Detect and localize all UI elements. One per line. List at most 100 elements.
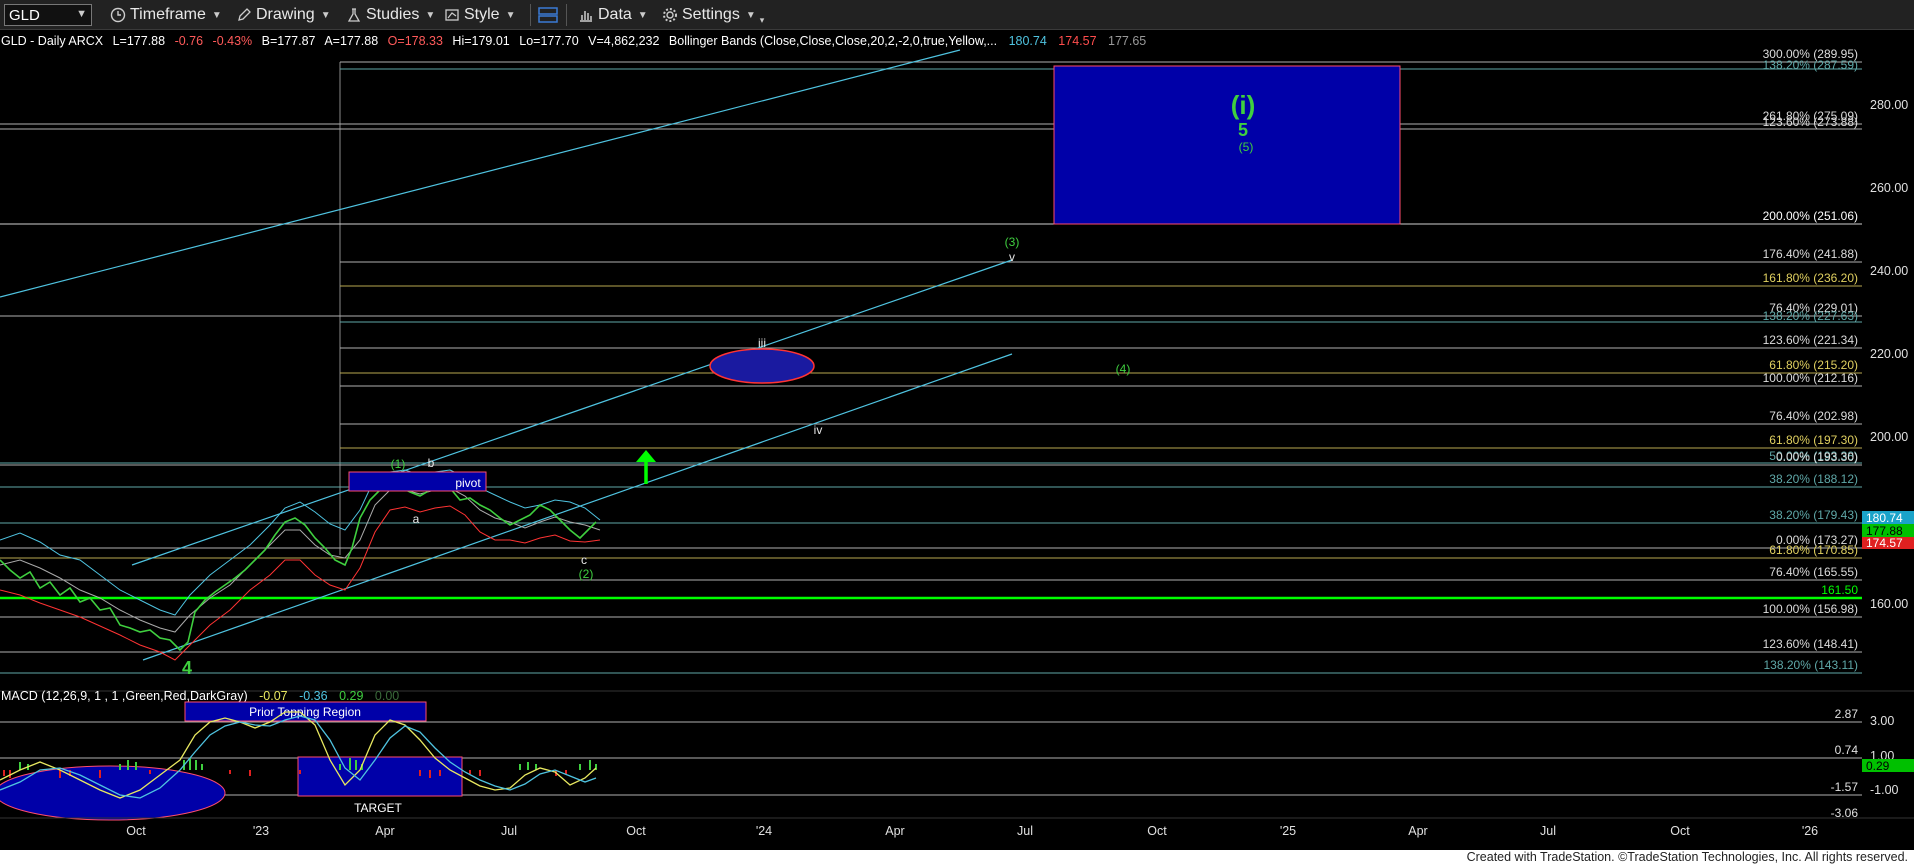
price-axis-label: 280.00: [1870, 98, 1908, 112]
chevron-down-icon: ▼: [320, 9, 331, 21]
chevron-down-icon[interactable]: ▼: [76, 8, 87, 20]
fib-label: 161.50: [1821, 583, 1858, 597]
price-series: [0, 469, 601, 661]
drawing-menu[interactable]: Drawing ▼: [236, 5, 331, 25]
price-change: -0.76: [175, 34, 204, 48]
chevron-down-icon: ▼: [211, 9, 222, 21]
channel-lines: [0, 49, 1013, 661]
time-axis-label: Jul: [501, 824, 517, 838]
price-axis-label: 220.00: [1870, 347, 1908, 361]
fib-label: 76.40% (165.55): [1769, 565, 1858, 579]
clock-icon: [110, 7, 126, 23]
symbol-selector[interactable]: GLD ▼: [4, 4, 92, 26]
bb-upper-value: 180.74: [1009, 34, 1047, 48]
macd-axis[interactable]: 3.00 1.00 -1.00: [1870, 714, 1899, 797]
chart-title: GLD - Daily ARCX: [1, 34, 104, 48]
time-axis-label: Jul: [1540, 824, 1556, 838]
price-change-pct: -0.43%: [213, 34, 253, 48]
wave-label-c: c: [581, 553, 587, 567]
time-axis-label: Oct: [126, 824, 146, 838]
fib-label: 123.60% (148.41): [1763, 637, 1858, 651]
chevron-down-icon: ▼: [745, 9, 756, 21]
fib-label: 61.80% (197.30): [1769, 433, 1858, 447]
macd-level-labels: 2.87 0.74 -1.57 -3.06: [1831, 707, 1859, 820]
fib-label: 38.20% (188.12): [1769, 472, 1858, 486]
chart-header: GLD - Daily ARCX L=177.88 -0.76 -0.43% B…: [1, 34, 1146, 48]
wave-label-2p: (2): [579, 567, 594, 581]
timeframe-label: Timeframe: [130, 6, 206, 23]
style-label: Style: [464, 6, 500, 23]
low-price: Lo=177.70: [519, 34, 578, 48]
macd-hist-tag-text: 0.29: [1866, 759, 1890, 773]
style-menu[interactable]: Style ▼: [444, 5, 515, 25]
chart-toolbar: GLD ▼ Timeframe ▼ Drawing ▼ Studies ▼ St…: [0, 0, 1914, 30]
time-axis-label: '25: [1280, 824, 1296, 838]
settings-menu[interactable]: Settings ▼ ▾: [662, 5, 764, 25]
fib-label: 123.60% (273.88): [1763, 115, 1858, 129]
layout-icon: [538, 6, 558, 24]
fib-label: 61.80% (170.85): [1769, 543, 1858, 557]
open-price: O=178.33: [388, 34, 443, 48]
wave-label-iii: iii: [758, 336, 766, 350]
bb-lower-tag-text: 174.57: [1866, 536, 1903, 550]
wave-label-iv: iv: [814, 423, 823, 437]
style-icon: [444, 7, 460, 23]
price-axis-label: 160.00: [1870, 597, 1908, 611]
fib-label: 138.20% (143.11): [1763, 658, 1858, 672]
bb-study-label: Bollinger Bands (Close,Close,Close,20,2,…: [669, 34, 997, 48]
chevron-down-icon: ▼: [425, 9, 436, 21]
studies-label: Studies: [366, 6, 420, 23]
target-zone-box[interactable]: [297, 756, 463, 797]
pencil-icon: [236, 7, 252, 23]
ask-price: A=177.88: [324, 34, 378, 48]
more-icon: ▾: [759, 14, 765, 25]
time-axis-label: Jul: [1017, 824, 1033, 838]
target-box[interactable]: [1053, 65, 1401, 225]
fib-label: 161.80% (236.20): [1763, 271, 1858, 285]
fib-label: 0.00% (193.30): [1776, 450, 1858, 464]
pivot-label: pivot: [455, 476, 481, 490]
wave-label-5: 5: [1238, 120, 1248, 140]
price-line: [0, 476, 597, 652]
target-label: TARGET: [354, 801, 402, 815]
wave-label-4p: (4): [1116, 362, 1131, 376]
layout-button[interactable]: [538, 5, 562, 25]
wave-iii-target-ellipse[interactable]: [709, 348, 815, 384]
fib-label: 138.20% (227.63): [1763, 309, 1858, 323]
high-price: Hi=179.01: [452, 34, 509, 48]
price-axis-label: 260.00: [1870, 181, 1908, 195]
timeframe-menu[interactable]: Timeframe ▼: [110, 5, 222, 25]
macd-hist-value: 0.29: [339, 689, 363, 703]
price-axis-label: 200.00: [1870, 430, 1908, 444]
fib-label: 61.80% (215.20): [1769, 358, 1858, 372]
studies-menu[interactable]: Studies ▼: [346, 5, 435, 25]
fib-labels: 300.00% (289.95) 138.20% (287.59) 261.80…: [1763, 47, 1859, 672]
chevron-down-icon: ▼: [637, 9, 648, 21]
wave-label-b: b: [428, 456, 435, 470]
volume: V=4,862,232: [588, 34, 659, 48]
bar-chart-icon: [578, 7, 594, 23]
wave-label-a: a: [413, 512, 420, 526]
data-label: Data: [598, 6, 632, 23]
time-axis-label: Apr: [375, 824, 394, 838]
time-axis-label: Oct: [1670, 824, 1690, 838]
macd-value: -0.07: [259, 689, 288, 703]
time-axis-label: Apr: [1408, 824, 1427, 838]
fib-label: 200.00% (251.06): [1763, 209, 1858, 223]
fib-label: 123.60% (221.34): [1763, 333, 1858, 347]
wave-label-5p: (5): [1239, 140, 1254, 154]
bb-lower-band: [0, 505, 601, 661]
footer: Created with TradeStation. ©TradeStation…: [0, 850, 1914, 865]
chevron-down-icon: ▼: [505, 9, 516, 21]
time-axis[interactable]: Oct '23 Apr Jul Oct '24 Apr Jul Oct '25 …: [126, 824, 1818, 838]
drawing-label: Drawing: [256, 6, 315, 23]
price-chart[interactable]: GLD - Daily ARCX L=177.88 -0.76 -0.43% B…: [0, 30, 1914, 850]
bb-lower-value: 174.57: [1058, 34, 1096, 48]
wave-label-v: v: [1009, 250, 1015, 264]
data-menu[interactable]: Data ▼: [578, 5, 648, 25]
symbol-value: GLD: [9, 6, 40, 24]
macd-level-label: 0.74: [1835, 743, 1859, 757]
macd-axis-label: -1.00: [1870, 783, 1899, 797]
price-tags: 180.74 177.88 174.57: [1862, 511, 1914, 550]
fib-lines: [0, 61, 1862, 674]
